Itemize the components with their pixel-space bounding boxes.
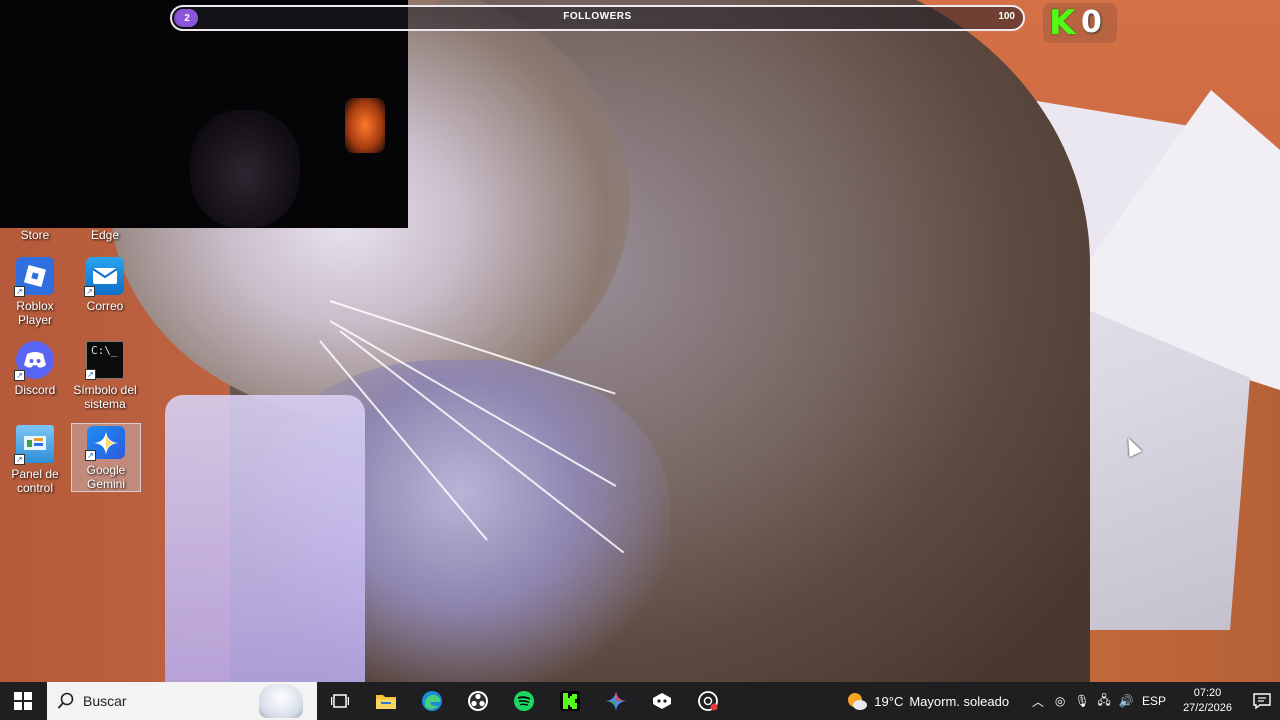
desktop-icon-label: Player <box>17 313 52 327</box>
taskbar-apps <box>317 682 731 720</box>
followers-goal-count: 100 <box>998 11 1015 22</box>
file-explorer-icon <box>376 695 396 709</box>
desktop-icon-label: Discord <box>14 383 56 397</box>
webcam-background-light <box>345 98 385 153</box>
kick-button[interactable] <box>547 682 593 720</box>
followers-goal-bar: 2 FOLLOWERS 100 <box>170 5 1025 31</box>
desktop-icon-label: sistema <box>84 397 126 411</box>
file-explorer-button[interactable] <box>363 682 409 720</box>
clock-time: 07:20 <box>1193 687 1222 699</box>
weather-partly-sunny-icon[interactable] <box>846 691 868 711</box>
desktop-icon-label: Gemini <box>86 477 125 491</box>
shortcut-arrow-icon: ↗ <box>14 286 25 297</box>
game-controller-icon <box>653 693 671 709</box>
desktop-label-edge[interactable]: Edge <box>70 228 140 242</box>
desktop-icon-label: Símbolo del <box>73 383 137 397</box>
shortcut-arrow-icon: ↗ <box>84 286 95 297</box>
spotify-button[interactable] <box>501 682 547 720</box>
search-placeholder: Buscar <box>83 693 127 709</box>
desktop-icon-panel-de-control[interactable]: ↗ Panel de control <box>0 425 70 495</box>
notifications-button[interactable] <box>1244 682 1280 720</box>
shortcut-arrow-icon: ↗ <box>14 454 25 465</box>
desktop-icon-label: Correo <box>86 299 124 313</box>
desktop-icon-roblox-player[interactable]: ↗ Roblox Player <box>0 257 70 327</box>
search-highlight-polar-bear-icon <box>259 684 303 718</box>
clock-date: 27/2/2026 <box>1183 702 1232 714</box>
cmd-icon: C:\_ ↗ <box>85 341 124 380</box>
desktop-label-store[interactable]: Store <box>0 228 70 242</box>
obs-button[interactable] <box>455 682 501 720</box>
webcam-person <box>190 110 300 228</box>
search-icon <box>57 692 74 709</box>
kick-icon <box>560 691 580 711</box>
kick-viewer-counter: K 0 <box>1043 3 1117 43</box>
shortcut-arrow-icon: ↗ <box>85 369 96 380</box>
windows-logo-icon <box>14 692 32 710</box>
network-icon[interactable]: 🖧 <box>1093 691 1115 712</box>
notification-center-icon <box>1253 693 1271 710</box>
edge-icon <box>422 691 442 711</box>
control-panel-icon: ↗ <box>14 425 54 465</box>
shortcut-arrow-icon: ↗ <box>85 450 96 461</box>
roblox-icon: ↗ <box>14 257 54 297</box>
desktop-icon-label: control <box>16 481 54 495</box>
obs-icon <box>468 691 488 711</box>
desktop-icon-discord[interactable]: ↗ Discord <box>0 341 70 397</box>
weather-temperature[interactable]: 19°C <box>874 694 903 709</box>
desktop-icon-correo[interactable]: ↗ Correo <box>70 257 140 313</box>
gemini-icon: ↗ <box>85 426 125 461</box>
weather-description[interactable]: Mayorm. soleado <box>909 694 1009 709</box>
discord-icon: ↗ <box>14 341 54 381</box>
edge-button[interactable] <box>409 682 455 720</box>
mail-icon: ↗ <box>84 257 124 297</box>
system-tray: 19°C Mayorm. soleado ︿ ◎ 🎙 🖧 🔊 ESP 07:20… <box>846 682 1280 720</box>
start-button[interactable] <box>0 682 46 720</box>
task-view-button[interactable] <box>317 682 363 720</box>
volume-icon[interactable]: 🔊 <box>1115 694 1137 708</box>
spotify-icon <box>514 691 534 711</box>
desktop-icon-label: Roblox <box>16 299 54 313</box>
input-language[interactable]: ESP <box>1137 694 1171 708</box>
kick-logo-icon: K <box>1049 3 1076 43</box>
obs-tray-icon[interactable]: ◎ <box>1049 694 1071 708</box>
shortcut-arrow-icon: ↗ <box>14 370 25 381</box>
desktop-icon-label: Google <box>86 463 126 477</box>
chrome-icon <box>698 691 718 711</box>
desktop-icon-google-gemini[interactable]: ↗ Google Gemini <box>71 423 141 492</box>
microphone-icon[interactable]: 🎙 <box>1071 694 1093 708</box>
taskbar-search-box[interactable]: Buscar <box>47 682 317 720</box>
followers-title: FOLLOWERS <box>563 11 632 22</box>
gemini-taskbar-button[interactable] <box>593 682 639 720</box>
wallpaper-bowl <box>165 395 365 682</box>
desktop-icon-label: Panel de <box>11 467 59 481</box>
steam-button[interactable] <box>639 682 685 720</box>
chrome-button[interactable] <box>685 682 731 720</box>
webcam-overlay <box>0 0 408 228</box>
task-view-icon <box>331 694 349 708</box>
clock[interactable]: 07:20 27/2/2026 <box>1183 686 1232 716</box>
desktop-icon-simbolo-del-sistema[interactable]: C:\_ ↗ Símbolo del sistema <box>70 341 140 411</box>
kick-count: 0 <box>1081 5 1102 40</box>
taskbar: Buscar 19°C Mayorm. soleado ︿ ◎ 🎙 🖧 🔊 ES… <box>0 682 1280 720</box>
gemini-icon <box>606 691 626 711</box>
chevron-up-icon[interactable]: ︿ <box>1027 693 1049 710</box>
